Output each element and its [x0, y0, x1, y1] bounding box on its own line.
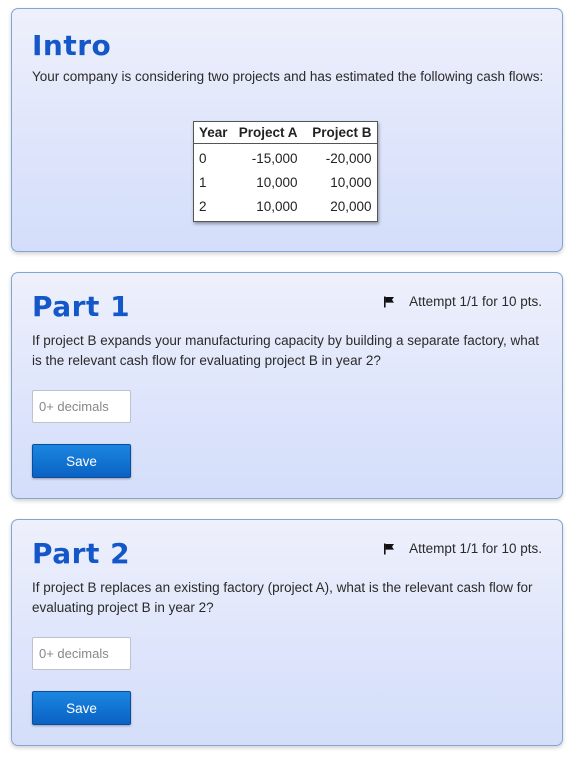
part-1-attempt-text: Attempt 1/1 for 10 pts.	[409, 294, 542, 309]
intro-title: Intro	[32, 29, 112, 62]
part-1-title: Part 1	[32, 290, 131, 323]
part-1-answer-input[interactable]	[32, 390, 131, 423]
part-2-question: If project B replaces an existing factor…	[32, 580, 533, 615]
table-row: 0 -15,000 -20,000	[194, 144, 378, 171]
part-2-answer-input[interactable]	[32, 637, 131, 670]
table-cell-project-b: -20,000	[325, 150, 372, 166]
table-header-project-a: Project A	[232, 121, 303, 144]
table-cell-project-a: 10,000	[256, 174, 298, 190]
part-2-save-button[interactable]: Save	[32, 691, 131, 725]
table-row: 2 10,000 20,000	[194, 194, 378, 222]
part-2-attempt-info: Attempt 1/1 for 10 pts.	[383, 541, 542, 556]
table-cell-project-b: 10,000	[330, 174, 372, 190]
part-2-title: Part 2	[32, 537, 131, 570]
table-cell-year: 0	[199, 150, 207, 166]
part-2-card: Part 2 Attempt 1/1 for 10 pts. If projec…	[11, 519, 563, 746]
flag-icon	[384, 296, 395, 307]
part-1-attempt-info: Attempt 1/1 for 10 pts.	[383, 294, 542, 309]
part-1-question: If project B expands your manufacturing …	[32, 333, 540, 368]
part-1-card: Part 1 Attempt 1/1 for 10 pts. If projec…	[11, 272, 563, 499]
intro-text: Your company is considering two projects…	[32, 69, 544, 84]
part-2-attempt-text: Attempt 1/1 for 10 pts.	[409, 541, 542, 556]
part-1-save-button[interactable]: Save	[32, 444, 131, 478]
table-header-row: Year Project A Project B	[193, 121, 378, 144]
table-cell-project-b: 20,000	[330, 198, 372, 214]
table-row: 1 10,000 10,000	[194, 170, 378, 194]
table-header-project-b: Project B	[302, 121, 378, 144]
intro-card: Intro Your company is considering two pr…	[11, 8, 563, 252]
table-cell-year: 2	[199, 198, 207, 214]
table-header-year: Year	[193, 121, 233, 144]
flag-icon	[384, 543, 395, 554]
cash-flow-table: Year Project A Project B 0 -15,000 -20,0…	[193, 121, 378, 222]
table-cell-year: 1	[199, 174, 207, 190]
table-cell-project-a: -15,000	[251, 150, 298, 166]
table-cell-project-a: 10,000	[256, 198, 298, 214]
